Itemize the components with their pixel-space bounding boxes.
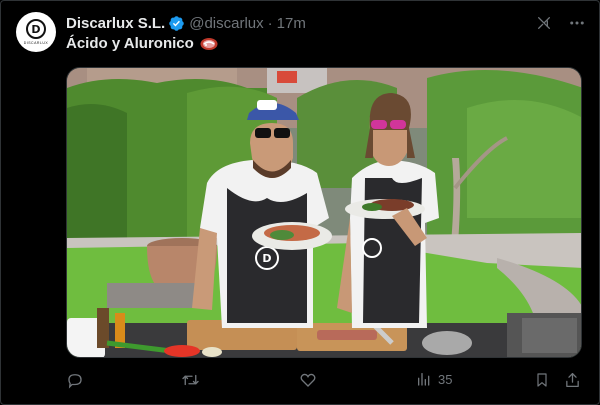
avatar-logo: D bbox=[26, 19, 46, 39]
retweet-button[interactable] bbox=[181, 371, 206, 389]
like-button[interactable] bbox=[299, 371, 323, 389]
tweet-text: Ácido y Aluronico bbox=[66, 35, 218, 52]
steak-emoji-icon bbox=[200, 37, 218, 51]
tweet-media-photo[interactable]: D bbox=[66, 67, 582, 358]
author-handle[interactable]: @discarlux bbox=[189, 15, 263, 32]
tweet-text-content: Ácido y Aluronico bbox=[66, 35, 194, 52]
views-count: 35 bbox=[438, 371, 453, 387]
author-display-name[interactable]: Discarlux S.L. bbox=[66, 15, 165, 32]
more-options-icon[interactable] bbox=[568, 14, 586, 32]
avatar-logo-text: DISCARLUX bbox=[23, 41, 49, 45]
author-avatar[interactable]: D DISCARLUX bbox=[16, 12, 56, 52]
tweet-timestamp[interactable]: 17m bbox=[277, 15, 306, 32]
separator-dot: · bbox=[267, 14, 273, 32]
share-button[interactable] bbox=[564, 371, 581, 389]
verified-badge-icon[interactable] bbox=[168, 15, 185, 32]
reply-button[interactable] bbox=[66, 371, 90, 389]
top-actions bbox=[536, 14, 586, 32]
views-button[interactable]: 35 bbox=[416, 371, 452, 387]
apron-logo-left: D bbox=[262, 252, 271, 265]
bookmark-button[interactable] bbox=[534, 371, 550, 389]
grok-icon[interactable] bbox=[536, 15, 552, 31]
tweet-action-bar: 35 bbox=[66, 371, 582, 393]
tweet-header: Discarlux S.L. @discarlux · 17m bbox=[66, 13, 306, 33]
